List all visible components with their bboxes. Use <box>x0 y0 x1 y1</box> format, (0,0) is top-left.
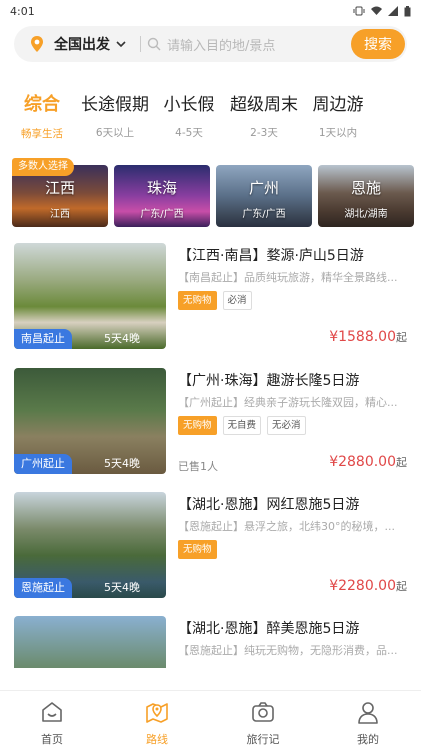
city-card-zhuhai[interactable]: 珠海 广东/广西 <box>114 165 210 227</box>
tag: 必消 <box>222 291 252 310</box>
duration-label: 5天4晚 <box>104 457 140 470</box>
tag: 无购物 <box>178 540 217 559</box>
price-value: ¥1588.00 <box>329 329 396 345</box>
product-description: 【恩施起止】悬浮之旅，北纬30°的秘境，... <box>178 520 395 533</box>
tab-title: 超级周末 <box>230 95 298 115</box>
tabbar-route[interactable]: 路线 <box>122 699 192 747</box>
product-description: 【恩施起止】纯玩无购物，无隐形消费，品... <box>178 644 398 657</box>
sold-count: 已售1人 <box>178 460 218 473</box>
tab-subtitle: 4-5天 <box>175 127 203 139</box>
tabbar-home[interactable]: 首页 <box>17 699 87 747</box>
product-title: 【湖北·恩施】醉美恩施5日游 <box>178 621 360 637</box>
product-item[interactable]: 南昌起止 5天4晚 【江西·南昌】婺源·庐山5日游 【南昌起止】品质纯玩旅游，精… <box>0 243 421 349</box>
city-region: 江西 <box>50 209 70 220</box>
product-tags: 无购物 无自费 无必消 <box>178 416 306 435</box>
city-cards: 江西 江西 珠海 广东/广西 广州 广东/广西 恩施 湖北/湖南 <box>12 165 414 227</box>
city-name: 江西 <box>44 179 75 197</box>
duration-label: 5天4晚 <box>104 332 140 345</box>
status-icons <box>353 5 411 17</box>
duration-label: 5天4晚 <box>104 581 140 594</box>
tab-subtitle: 畅享生活 <box>21 128 63 140</box>
product-description: 【广州起止】经典亲子游玩长隆双园，精心... <box>178 396 398 409</box>
city-card-enshi[interactable]: 恩施 湖北/湖南 <box>318 165 414 227</box>
camera-icon <box>252 702 274 722</box>
tab-comprehensive[interactable]: 综合 畅享生活 <box>18 90 66 141</box>
product-image: 广州起止 5天4晚 <box>14 368 166 474</box>
tab-title: 长途假期 <box>81 95 149 115</box>
product-price: ¥2280.00起 <box>329 578 407 594</box>
tabbar-label: 我的 <box>357 733 379 746</box>
tabbar-mine[interactable]: 我的 <box>333 699 403 747</box>
tabbar-label: 旅行记 <box>246 733 280 746</box>
tab-subtitle: 1天以内 <box>318 127 358 139</box>
search-button[interactable]: 搜索 <box>351 29 405 59</box>
departure-location[interactable]: 全国出发 <box>54 34 110 54</box>
product-image: 南昌起止 5天4晚 <box>14 243 166 349</box>
user-icon <box>358 702 378 724</box>
tag: 无购物 <box>178 416 217 435</box>
category-tabs: 综合 畅享生活 长途假期 6天以上 小长假 4-5天 超级周末 2-3天 周边游… <box>0 90 421 140</box>
tab-title: 周边游 <box>312 95 364 115</box>
product-tags: 无购物 <box>178 540 217 559</box>
product-title: 【广州·珠海】趣游长隆5日游 <box>178 373 360 389</box>
tabbar-label: 路线 <box>146 733 168 746</box>
tab-long-vacation[interactable]: 长途假期 6天以上 <box>78 90 152 140</box>
home-icon <box>42 702 62 722</box>
tag: 无购物 <box>178 291 217 310</box>
product-list: 南昌起止 5天4晚 【江西·南昌】婺源·庐山5日游 【南昌起止】品质纯玩旅游，精… <box>0 243 421 668</box>
start-end-badge: 恩施起止 <box>14 578 72 598</box>
bottom-tab-bar: 首页 路线 旅行记 我的 <box>0 690 421 750</box>
price-suffix: 起 <box>396 580 407 593</box>
product-price: ¥2880.00起 <box>329 454 407 470</box>
tab-nearby[interactable]: 周边游 1天以内 <box>309 90 367 140</box>
product-tags: 无购物 必消 <box>178 291 252 310</box>
tabbar-travel-notes[interactable]: 旅行记 <box>228 699 298 747</box>
vibrate-icon <box>353 6 365 16</box>
tab-subtitle: 6天以上 <box>95 127 135 139</box>
tag: 无必消 <box>267 416 306 435</box>
city-region: 广东/广西 <box>140 209 184 220</box>
price-value: ¥2280.00 <box>329 578 396 594</box>
city-card-guangzhou[interactable]: 广州 广东/广西 <box>216 165 312 227</box>
product-price: ¥1588.00起 <box>329 329 407 345</box>
price-suffix: 起 <box>396 331 407 344</box>
product-image <box>14 616 166 668</box>
start-end-badge: 广州起止 <box>14 454 72 474</box>
signal-icon <box>388 6 398 16</box>
city-region: 广东/广西 <box>242 209 286 220</box>
tab-super-weekend[interactable]: 超级周末 2-3天 <box>227 90 301 140</box>
product-description: 【南昌起止】品质纯玩旅游，精华全景路线... <box>178 271 398 284</box>
chevron-down-icon[interactable] <box>116 39 126 49</box>
tab-short-holiday[interactable]: 小长假 4-5天 <box>161 90 217 140</box>
product-title: 【江西·南昌】婺源·庐山5日游 <box>178 248 364 264</box>
tab-title: 综合 <box>24 94 60 115</box>
price-suffix: 起 <box>396 456 407 469</box>
map-route-icon <box>146 703 168 723</box>
popular-choice-badge: 多数人选择 <box>12 158 74 176</box>
tab-subtitle: 2-3天 <box>250 127 278 139</box>
tag: 无自费 <box>222 416 262 435</box>
start-end-badge: 南昌起止 <box>14 329 72 349</box>
tabbar-label: 首页 <box>41 733 63 746</box>
search-icon <box>147 37 161 51</box>
city-name: 广州 <box>248 179 279 197</box>
tab-title: 小长假 <box>163 95 215 115</box>
status-time: 4:01 <box>10 4 35 18</box>
city-region: 湖北/湖南 <box>344 209 388 220</box>
product-item[interactable]: 【湖北·恩施】醉美恩施5日游 【恩施起止】纯玩无购物，无隐形消费，品... <box>0 616 421 668</box>
location-pin-icon[interactable] <box>28 35 46 53</box>
city-name: 恩施 <box>350 179 381 197</box>
product-image: 恩施起止 5天4晚 <box>14 492 166 598</box>
search-divider <box>140 36 141 52</box>
product-item[interactable]: 广州起止 5天4晚 【广州·珠海】趣游长隆5日游 【广州起止】经典亲子游玩长隆双… <box>0 368 421 474</box>
battery-icon <box>404 5 411 16</box>
wifi-icon <box>371 6 382 15</box>
price-value: ¥2880.00 <box>329 454 396 470</box>
city-name: 珠海 <box>146 179 177 197</box>
product-title: 【湖北·恩施】网红恩施5日游 <box>178 497 360 513</box>
status-bar: 4:01 <box>0 0 421 22</box>
search-bar: 全国出发 请输入目的地/景点 搜索 <box>14 26 407 62</box>
product-item[interactable]: 恩施起止 5天4晚 【湖北·恩施】网红恩施5日游 【恩施起止】悬浮之旅，北纬30… <box>0 492 421 598</box>
